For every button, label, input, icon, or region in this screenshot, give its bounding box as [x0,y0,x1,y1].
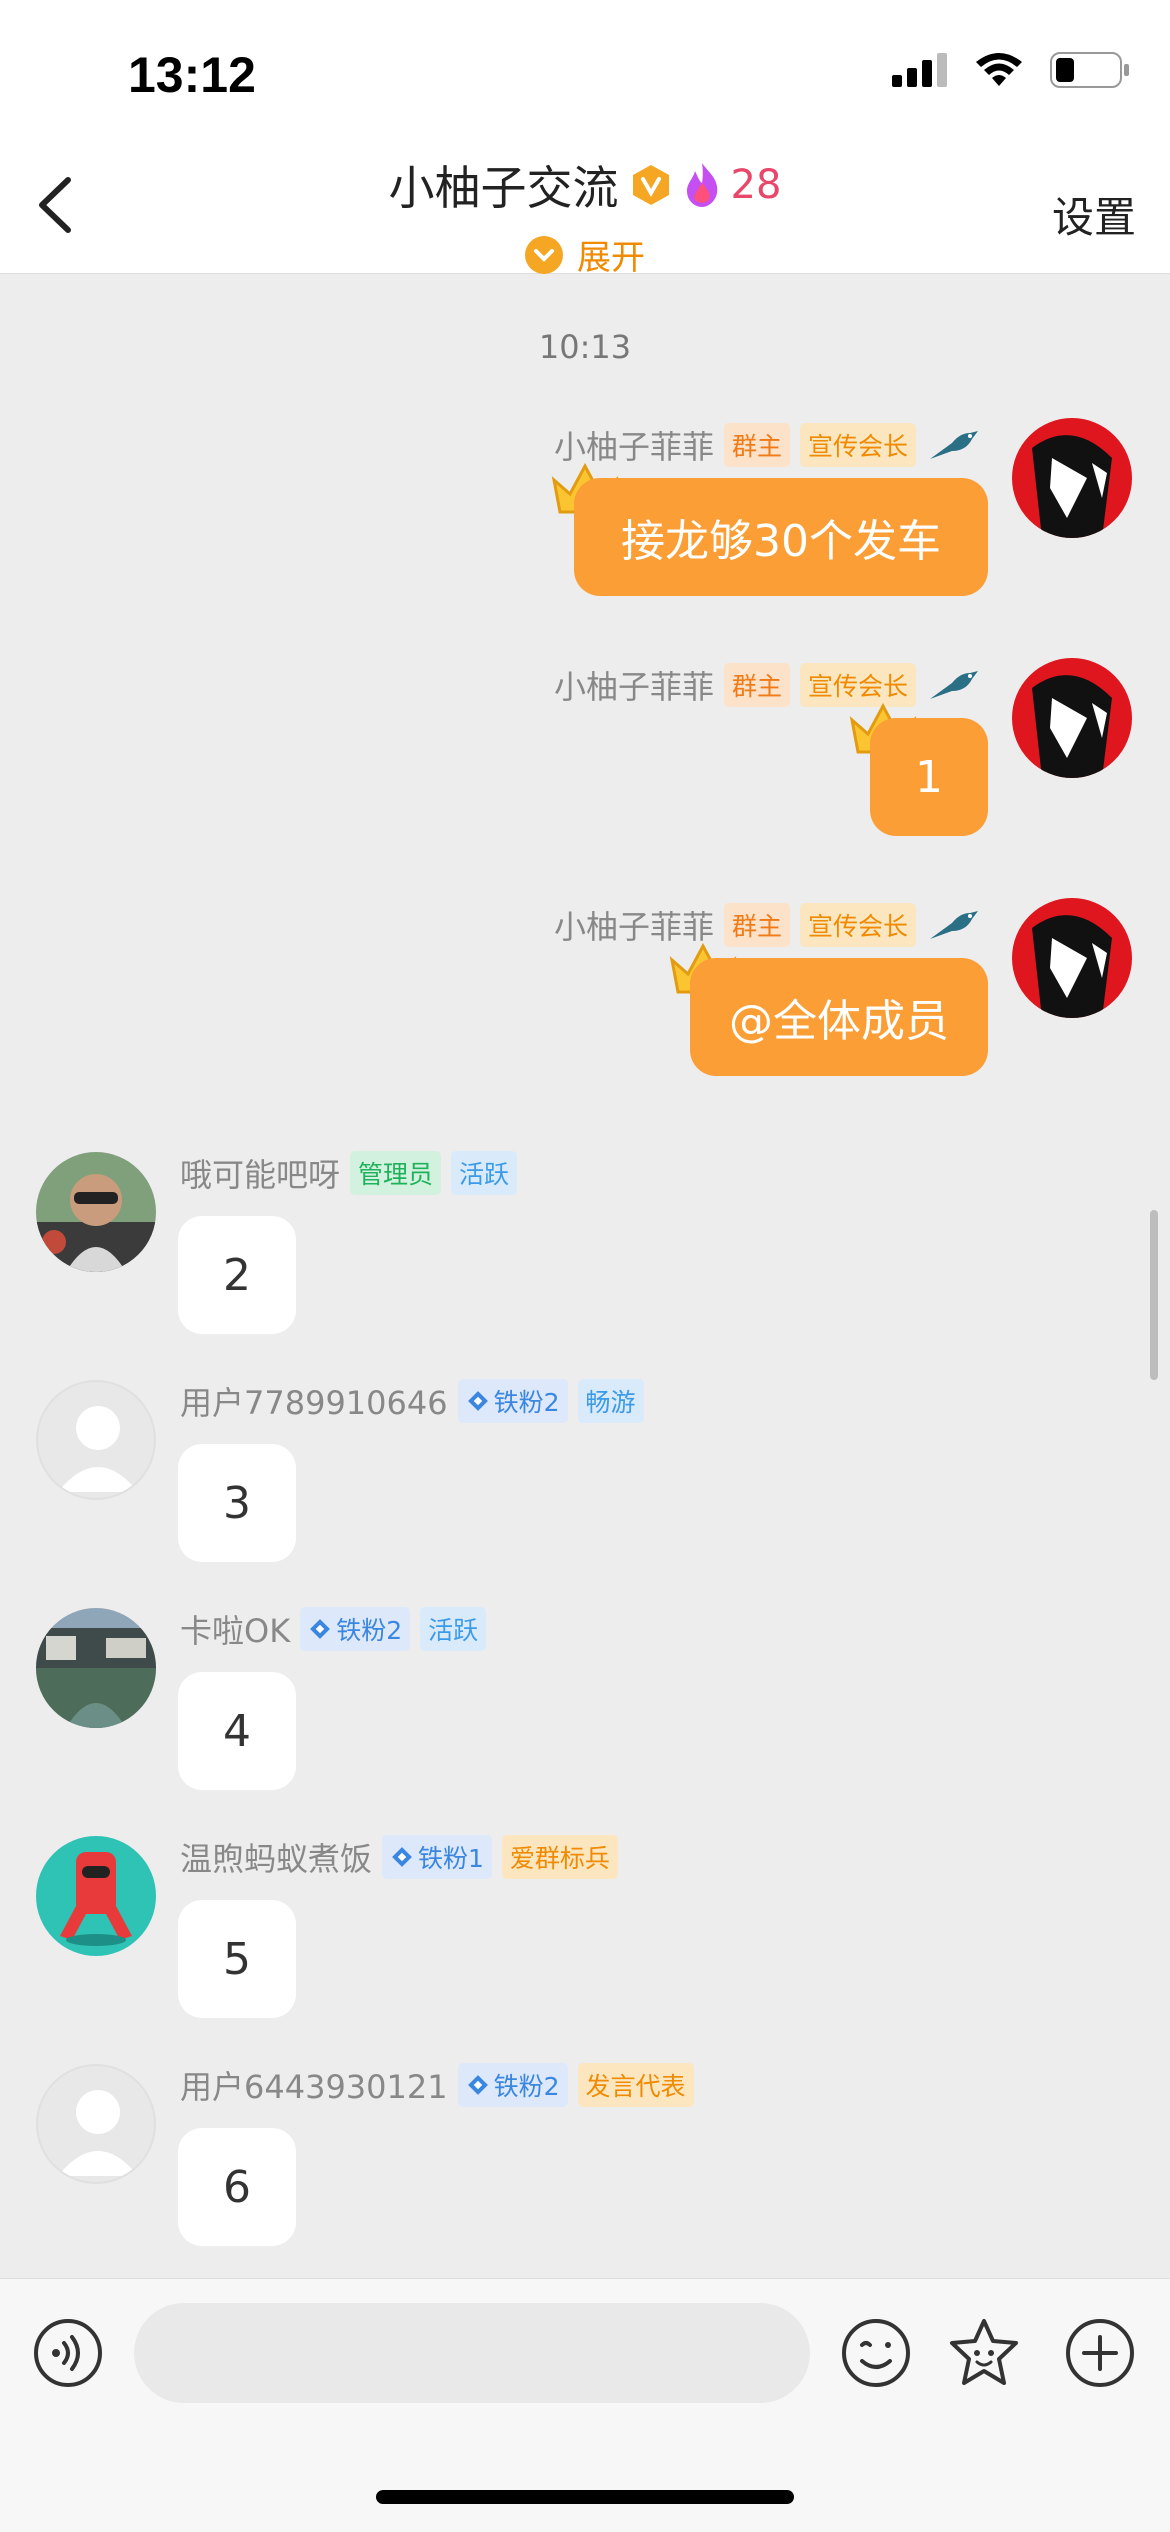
message-bubble[interactable]: 4 [178,1672,296,1790]
sender-name[interactable]: 卡啦OK [180,1606,290,1652]
fan-level: 铁粉2 [493,2072,560,2101]
emoji-icon[interactable] [840,2317,912,2389]
settings-button[interactable]: 设置 [1052,184,1136,245]
fan-level: 铁粉2 [336,1616,403,1645]
fan-badge: 铁粉2 [300,1607,411,1651]
fan-badge: 铁粉1 [382,1835,492,1879]
activity-badge: 畅游 [577,1379,644,1423]
fan-badge: 铁粉2 [457,2063,568,2107]
message-bubble[interactable]: 3 [178,1444,296,1562]
message-bubble[interactable]: 接龙够30个发车 [574,478,988,596]
sender-name[interactable]: 小柚子菲菲 [554,662,714,708]
fan-level: 铁粉2 [493,1388,560,1417]
message-bubble[interactable]: 1 [870,718,988,836]
chevron-down-icon [525,235,563,274]
wifi-icon [976,53,1022,86]
fan-level: 铁粉1 [418,1844,484,1873]
activity-badge: 活跃 [451,1151,518,1195]
add-icon[interactable] [1064,2317,1136,2389]
sender-name[interactable]: 温煦蚂蚁煮饭 [180,1834,372,1880]
activity-badge: 活跃 [420,1607,487,1651]
sender-name[interactable]: 用户7789910646 [180,1378,448,1424]
bird-icon [930,911,978,939]
fan-badge: 铁粉2 [457,1379,568,1423]
verified-badge-icon [632,165,669,205]
message-bubble[interactable]: @全体成员 [690,958,988,1076]
honor-badge: 爱群标兵 [501,1835,618,1879]
admin-badge: 管理员 [350,1151,442,1195]
battery-icon [1050,52,1129,88]
avatar[interactable] [1012,418,1132,538]
fire-icon [686,163,717,207]
avatar[interactable] [36,1608,156,1728]
message-bubble[interactable]: 5 [178,1900,296,2018]
sender-name[interactable]: 用户6443930121 [180,2062,448,2108]
diamond-icon [310,1619,331,1639]
role-badge: 群主 [723,423,790,467]
signal-icon [892,53,947,87]
avatar[interactable] [36,1836,156,1956]
status-bar: 13:12 [0,0,1170,140]
title-badge: 宣传会长 [799,423,916,467]
honor-badge: 发言代表 [577,2063,694,2107]
diamond-icon [467,1391,488,1411]
avatar[interactable] [1012,658,1132,778]
message-bubble[interactable]: 6 [178,2128,296,2246]
avatar[interactable] [1012,898,1132,1018]
home-indicator[interactable] [376,2490,794,2504]
expand-label: 展开 [577,238,645,278]
bird-icon [930,671,978,699]
role-badge: 群主 [723,663,790,707]
diamond-icon [392,1847,412,1867]
expand-toggle[interactable]: 展开 [0,230,1170,279]
default-avatar[interactable] [36,2064,156,2184]
fire-count: 28 [730,162,782,208]
bird-icon [930,431,978,459]
group-title: 小柚子交流 [388,161,619,215]
chat-timestamp: 10:13 [538,328,632,366]
title-badge: 宣传会长 [799,903,916,947]
message-input[interactable] [134,2303,810,2403]
avatar[interactable] [36,1152,156,1272]
diamond-icon [467,2075,488,2095]
message-bubble[interactable]: 2 [178,1216,296,1334]
chat-header: 小柚子交流 28 展开 设置 [0,140,1170,278]
sender-name[interactable]: 哦可能吧呀 [180,1150,340,1196]
default-avatar[interactable] [36,1380,156,1500]
sticker-icon[interactable] [948,2317,1020,2389]
chat-scrollbar[interactable] [1150,1210,1158,1380]
voice-icon[interactable] [32,2317,104,2389]
status-time: 13:12 [128,47,256,103]
